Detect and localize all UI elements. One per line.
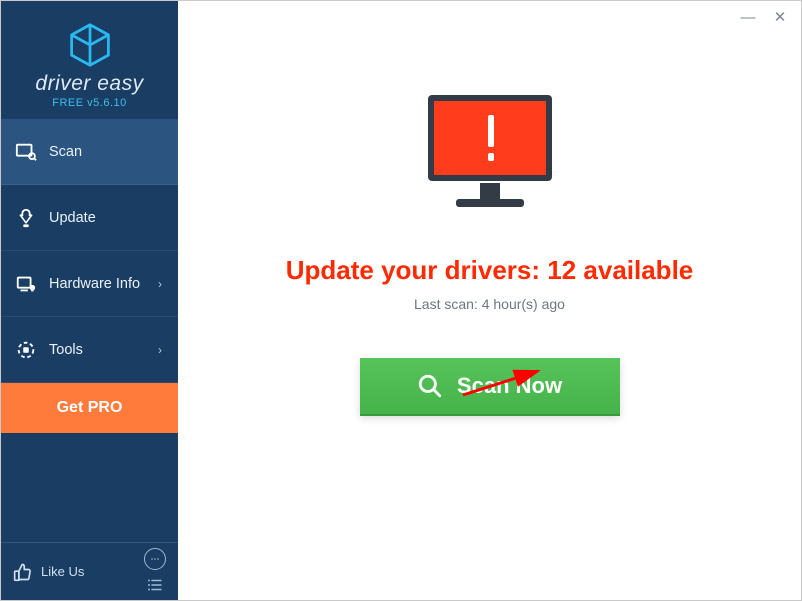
feedback-icon[interactable] [144, 548, 166, 570]
svg-text:i: i [32, 286, 33, 291]
sidebar: driver easy FREE v5.6.10 Scan [1, 1, 178, 600]
brand-wordmark: driver easy [35, 72, 143, 96]
sidebar-item-hardware-info[interactable]: i Hardware Info › [1, 251, 178, 317]
sidebar-item-scan[interactable]: Scan [1, 119, 178, 185]
last-scan-text: Last scan: 4 hour(s) ago [414, 296, 565, 312]
minimize-button[interactable]: — [733, 5, 763, 29]
brand-version-prefix: FREE v [52, 97, 93, 109]
chevron-right-icon: › [158, 277, 162, 291]
sidebar-item-update[interactable]: Update [1, 185, 178, 251]
logo-icon [67, 22, 113, 68]
sidebar-item-tools[interactable]: Tools › [1, 317, 178, 383]
get-pro-label: Get PRO [57, 399, 123, 417]
main-panel: — ✕ Update your drivers: 12 available La… [178, 1, 801, 600]
headline-prefix: Update your drivers: [286, 255, 548, 285]
sidebar-item-label: Hardware Info [49, 276, 158, 292]
magnifier-icon [417, 373, 443, 399]
tools-icon [15, 339, 37, 361]
like-us-label: Like Us [41, 564, 84, 579]
sidebar-item-label: Update [49, 210, 164, 226]
thumbs-up-icon [13, 562, 33, 582]
brand-version-number: 5.6.10 [93, 97, 127, 109]
close-button[interactable]: ✕ [765, 5, 795, 29]
update-icon [15, 207, 37, 229]
hardware-info-icon: i [15, 273, 37, 295]
chevron-right-icon: › [158, 343, 162, 357]
brand-block: driver easy FREE v5.6.10 [1, 1, 178, 119]
get-pro-button[interactable]: Get PRO [1, 383, 178, 433]
scan-now-button[interactable]: Scan Now [360, 358, 620, 414]
titlebar: — ✕ [733, 1, 801, 33]
app-window: driver easy FREE v5.6.10 Scan [0, 0, 802, 601]
headline-suffix: available [576, 255, 693, 285]
headline: Update your drivers: 12 available [286, 255, 694, 286]
scan-icon [15, 141, 37, 163]
sidebar-item-label: Scan [49, 144, 164, 160]
sidebar-bottom: Like Us [1, 542, 178, 600]
sidebar-spacer [1, 433, 178, 542]
last-scan-prefix: Last scan: [414, 296, 482, 312]
sidebar-nav: Scan Update i [1, 119, 178, 433]
like-us-button[interactable]: Like Us [13, 562, 84, 582]
last-scan-value: 4 hour(s) ago [482, 296, 565, 312]
brand-version: FREE v5.6.10 [52, 97, 127, 109]
headline-count: 12 [547, 255, 576, 285]
menu-list-icon[interactable] [144, 574, 166, 596]
scan-now-label: Scan Now [457, 373, 562, 399]
sidebar-item-label: Tools [49, 342, 158, 358]
alert-monitor-icon [410, 87, 570, 227]
